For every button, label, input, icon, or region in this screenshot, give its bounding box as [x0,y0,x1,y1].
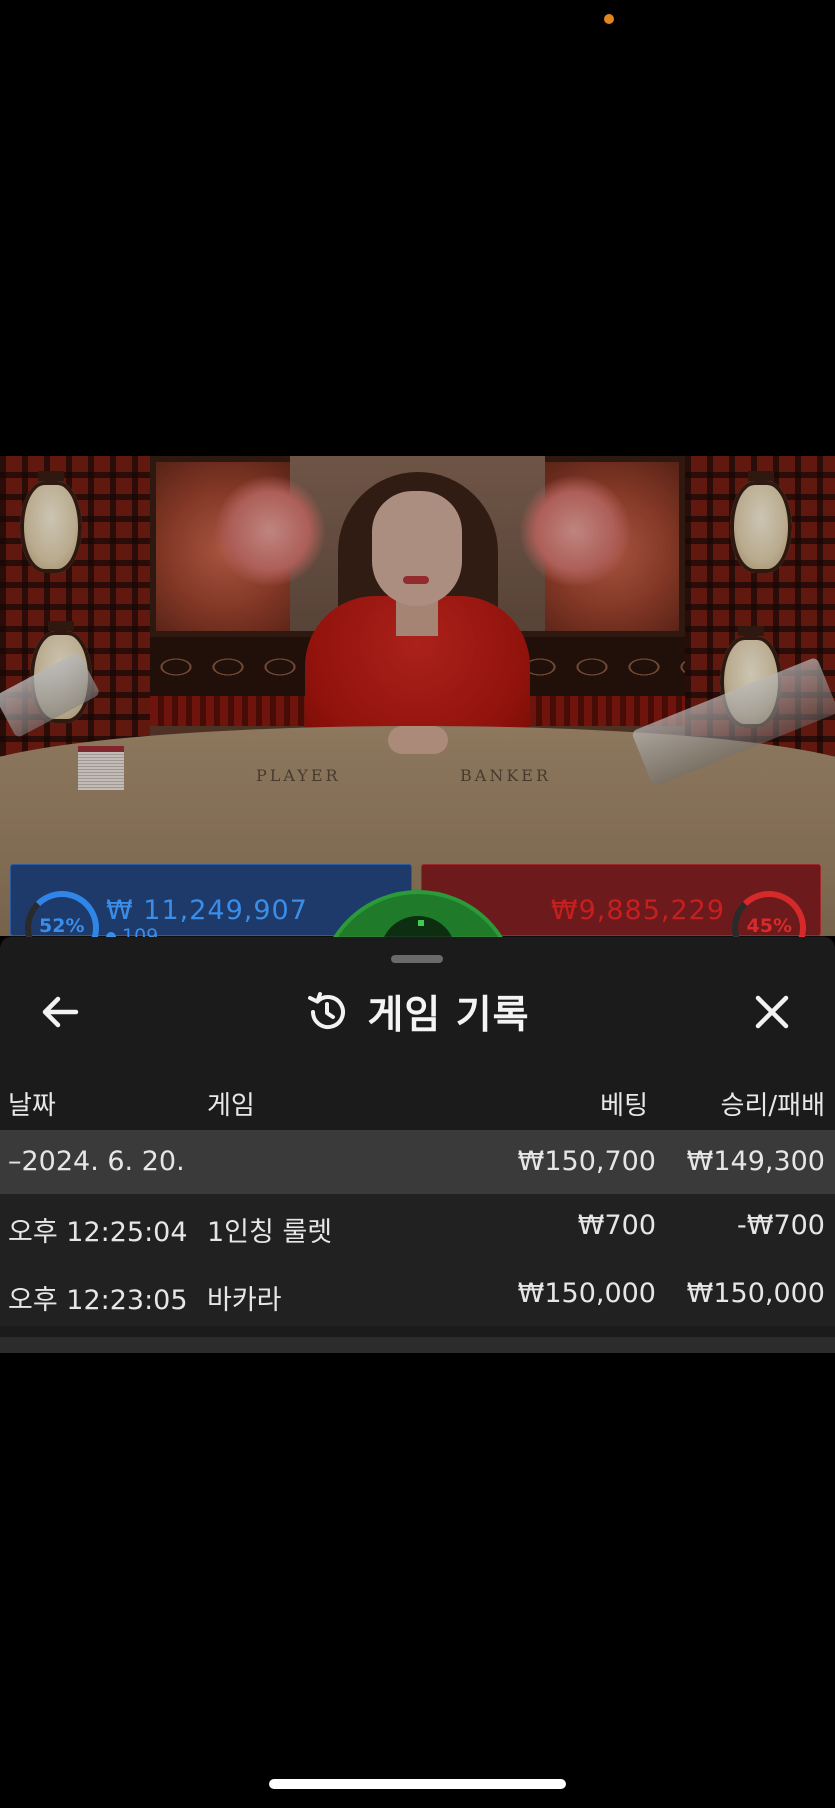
sheet-title: 게임 기록 [367,993,530,1038]
sheet-footer [0,1337,835,1353]
game-history-sheet: 게임 기록 날짜 게임 베팅 승리/패배 –2024. 6. 20. ₩150,… [0,937,835,1353]
countdown-dial-tick [418,920,424,926]
row-game: 바카라 [207,1285,282,1316]
column-header-game: 게임 [207,1091,255,1121]
arrow-left-icon [42,996,79,1028]
sheet-header: 게임 기록 [0,977,835,1047]
column-header-result: 승리/패배 [720,1091,825,1121]
group-result-total: ₩149,300 [686,1146,825,1177]
group-bet-total: ₩150,700 [517,1146,656,1177]
row-result: ₩150,000 [686,1278,825,1309]
table-row[interactable]: 오후 12:23:05 바카라 ₩150,000 ₩150,000 [0,1262,835,1326]
player-percent: 52% [39,915,85,937]
sheet-drag-handle[interactable] [391,955,443,963]
banker-percent: 45% [746,915,792,937]
screen: PLAYER BANKER 52% ₩ 11,249,907 109 45% ₩… [0,0,835,1808]
row-bet: ₩150,000 [517,1278,656,1309]
history-icon [308,992,346,1029]
home-indicator[interactable] [269,1779,566,1789]
row-game: 1인칭 룰렛 [207,1217,333,1248]
back-button[interactable] [30,982,90,1042]
row-time: 오후 12:25:04 [8,1217,188,1248]
table-header: 날짜 게임 베팅 승리/패배 [0,1077,835,1129]
player-bet-amount: ₩ 11,249,907 [106,895,308,926]
table-row[interactable]: 오후 12:25:04 1인칭 룰렛 ₩700 -₩700 [0,1194,835,1262]
close-button[interactable] [742,982,802,1042]
banker-bet-amount: ₩9,885,229 [550,895,725,926]
close-icon [755,995,789,1029]
column-header-bet: 베팅 [600,1091,648,1121]
row-bet: ₩700 [577,1210,656,1241]
group-date: –2024. 6. 20. [8,1146,185,1177]
recording-indicator-dot [604,14,614,24]
row-result: -₩700 [737,1210,825,1241]
column-header-date: 날짜 [8,1091,56,1121]
date-group-row[interactable]: –2024. 6. 20. ₩150,700 ₩149,300 [0,1130,835,1194]
row-time: 오후 12:23:05 [8,1285,188,1316]
